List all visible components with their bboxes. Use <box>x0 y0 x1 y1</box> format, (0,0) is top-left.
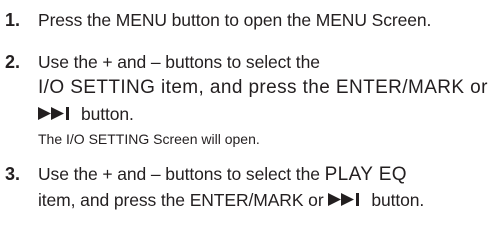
step-text-part: button. <box>371 190 425 210</box>
step-number: 1. <box>5 10 21 30</box>
step-text-part: Use the + and – buttons to select the <box>38 164 325 184</box>
play-skip-forward-icon <box>38 106 75 120</box>
step-number: 3. <box>5 164 21 184</box>
step-text-highlight: PLAY EQ <box>324 164 407 185</box>
step-number: 2. <box>5 52 21 72</box>
step-text: Use the + and – buttons to select the <box>38 52 320 72</box>
step-note: The I/O SETTING Screen will open. <box>38 131 260 147</box>
step-text: button. <box>81 104 134 124</box>
step-text-part: item, and press the ENTER/MARK or <box>38 190 329 210</box>
step-text-with-icon: button. <box>38 102 134 126</box>
play-skip-forward-icon <box>328 192 365 206</box>
step-text: Use the + and – buttons to select the PL… <box>38 162 407 187</box>
step-text-with-icon: item, and press the ENTER/MARK or button… <box>38 188 424 212</box>
step-text: I/O SETTING item, and press the ENTER/MA… <box>38 77 488 98</box>
step-text: Press the MENU button to open the MENU S… <box>38 10 432 30</box>
